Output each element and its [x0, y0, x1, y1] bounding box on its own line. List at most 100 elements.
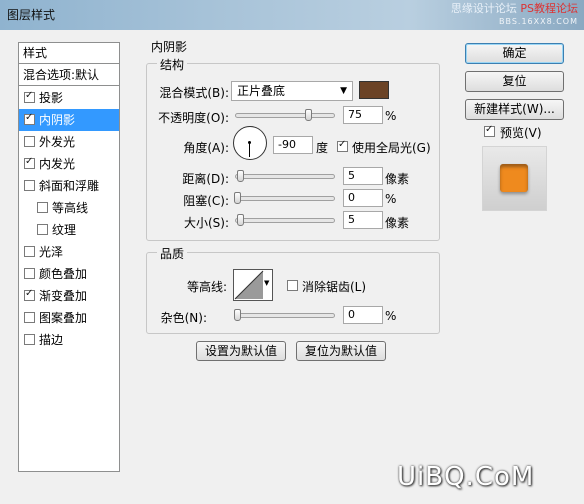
style-item-label: 纹理 [52, 223, 77, 237]
quality-group: 品质 等高线: ▼ 消除锯齿(L) 杂色(N): 0 % [146, 245, 440, 334]
noise-slider[interactable] [234, 309, 335, 321]
title-bar: 图层样式 思缘设计论坛 PS教程论坛 BBS.16XX8.COM [0, 0, 584, 30]
choke-label: 阻塞(C): [183, 194, 229, 208]
watermark-line-3: BBS.16XX8.COM [498, 17, 578, 26]
blend-options-item[interactable]: 混合选项:默认 [19, 65, 119, 86]
opacity-slider[interactable] [235, 109, 335, 121]
watermark-top: 思缘设计论坛 PS教程论坛 BBS.16XX8.COM [451, 2, 578, 28]
style-item[interactable]: 外发光 [19, 131, 119, 153]
style-item-label: 内阴影 [39, 113, 76, 127]
style-item[interactable]: 等高线 [19, 197, 119, 219]
blend-mode-value: 正片叠底 [237, 84, 286, 98]
choke-slider[interactable] [234, 192, 335, 204]
opacity-slider-thumb[interactable] [305, 109, 312, 121]
style-item[interactable]: 斜面和浮雕 [19, 175, 119, 197]
anti-alias-label: 消除锯齿(L) [302, 280, 367, 294]
noise-label: 杂色(N): [160, 311, 207, 325]
style-item-checkbox[interactable] [24, 180, 35, 191]
style-item-label: 等高线 [52, 201, 89, 215]
style-item-checkbox[interactable]: ✓ [24, 156, 35, 169]
style-item-checkbox[interactable] [24, 334, 35, 345]
style-item-checkbox[interactable]: ✓ [24, 288, 35, 301]
opacity-label: 不透明度(O): [158, 111, 229, 125]
check-icon: ✓ [485, 124, 494, 135]
layer-style-dialog: 图层样式 思缘设计论坛 PS教程论坛 BBS.16XX8.COM 样式 混合选项… [0, 0, 584, 504]
distance-slider-thumb[interactable] [237, 170, 244, 182]
style-item-checkbox[interactable] [37, 202, 48, 213]
style-item-checkbox[interactable]: ✓ [24, 90, 35, 103]
inner-shadow-title: 内阴影 [148, 38, 191, 55]
style-item[interactable]: ✓ 投影 [19, 87, 119, 109]
global-light-label: 使用全局光(G) [352, 141, 431, 155]
reset-button[interactable]: 复位 [465, 71, 564, 92]
chevron-down-icon[interactable]: ▼ [264, 279, 269, 287]
distance-unit: 像素 [385, 172, 410, 186]
style-item[interactable]: ✓ 渐变叠加 [19, 285, 119, 307]
style-item-label: 内发光 [39, 157, 76, 171]
check-icon: ✓ [25, 90, 34, 101]
preview-box [482, 146, 547, 211]
watermark-line-1: 思缘设计论坛 [450, 2, 517, 15]
shadow-color-swatch[interactable] [359, 81, 389, 99]
size-slider-thumb[interactable] [237, 214, 244, 226]
angle-unit: 度 [316, 141, 329, 155]
distance-input[interactable]: 5 [343, 167, 383, 185]
noise-slider-thumb[interactable] [234, 309, 241, 321]
style-item[interactable]: 纹理 [19, 219, 119, 241]
styles-list: 样式 混合选项:默认 ✓ 投影 ✓ 内阴影 外发光 ✓ 内发光 斜面和浮雕 等高线 纹理 光泽 颜色叠… [18, 42, 120, 472]
choke-input[interactable]: 0 [343, 189, 383, 207]
style-item[interactable]: 图案叠加 [19, 307, 119, 329]
check-icon: ✓ [25, 288, 34, 299]
choke-slider-thumb[interactable] [234, 192, 241, 204]
style-item[interactable]: 光泽 [19, 241, 119, 263]
new-style-button[interactable]: 新建样式(W)... [465, 99, 564, 120]
opacity-input[interactable]: 75 [343, 106, 383, 124]
style-item-checkbox[interactable] [24, 136, 35, 147]
blend-mode-label: 混合模式(B): [159, 86, 229, 100]
style-item-checkbox[interactable] [24, 268, 35, 279]
opacity-unit: % [385, 109, 397, 123]
size-input[interactable]: 5 [343, 211, 383, 229]
watermark-line-2: PS教程论坛 [520, 2, 578, 15]
style-item[interactable]: ✓ 内阴影 [19, 109, 119, 131]
distance-slider[interactable] [235, 170, 335, 182]
structure-group: 结构 混合模式(B): 正片叠底 ▼ 不透明度(O): 75 % 角度(A): … [146, 56, 440, 241]
style-item-checkbox[interactable] [37, 224, 48, 235]
check-icon: ✓ [338, 139, 347, 150]
angle-input[interactable]: -90 [273, 136, 313, 154]
watermark-bottom: UiBQ.CoM [397, 462, 535, 492]
style-item-label: 外发光 [39, 135, 76, 149]
check-icon: ✓ [25, 156, 34, 167]
style-item-checkbox[interactable] [24, 246, 35, 257]
styles-header[interactable]: 样式 [19, 43, 119, 64]
window-title: 图层样式 [7, 8, 56, 22]
anti-alias-checkbox[interactable] [287, 280, 298, 291]
set-default-button[interactable]: 设置为默认值 [196, 341, 286, 361]
preview-swatch [500, 164, 528, 192]
angle-dial[interactable] [233, 126, 267, 160]
contour-preview-icon [234, 270, 264, 300]
style-item[interactable]: 颜色叠加 [19, 263, 119, 285]
style-item-checkbox[interactable] [24, 312, 35, 323]
size-slider[interactable] [235, 214, 335, 226]
style-item-checkbox[interactable]: ✓ [24, 112, 35, 125]
quality-title: 品质 [157, 245, 188, 262]
contour-picker[interactable]: ▼ [233, 269, 273, 301]
angle-dial-center [248, 141, 251, 144]
style-item[interactable]: ✓ 内发光 [19, 153, 119, 175]
global-light-checkbox[interactable]: ✓ [337, 139, 348, 152]
style-item[interactable]: 描边 [19, 329, 119, 351]
style-item-label: 光泽 [39, 245, 64, 259]
angle-label: 角度(A): [183, 141, 229, 155]
reset-default-button[interactable]: 复位为默认值 [296, 341, 386, 361]
noise-input[interactable]: 0 [343, 306, 383, 324]
blend-mode-select[interactable]: 正片叠底 ▼ [231, 81, 353, 101]
preview-label: 预览(V) [500, 126, 542, 140]
chevron-down-icon: ▼ [340, 86, 347, 96]
angle-dial-needle [249, 143, 250, 157]
style-item-label: 颜色叠加 [39, 267, 88, 281]
ok-button[interactable]: 确定 [465, 43, 564, 64]
size-label: 大小(S): [183, 216, 229, 230]
preview-checkbox[interactable]: ✓ [484, 124, 495, 137]
choke-unit: % [385, 192, 397, 206]
